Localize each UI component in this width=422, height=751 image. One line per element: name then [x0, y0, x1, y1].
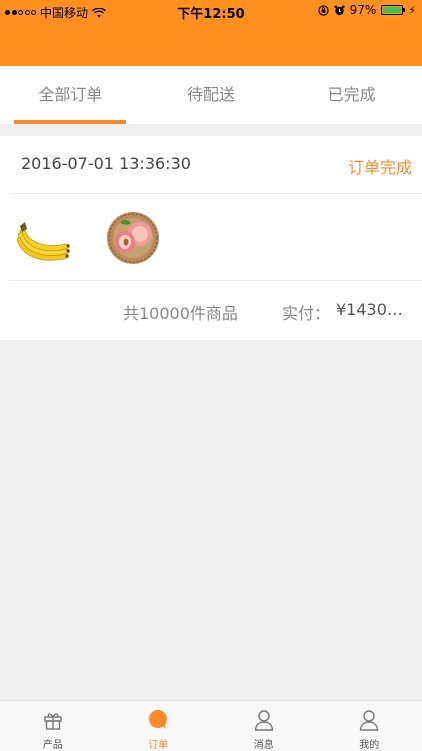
alarm-icon [334, 5, 345, 16]
order-products [10, 194, 422, 281]
status-right: 97% ⚡ [318, 3, 416, 17]
tabbar-item-orders[interactable]: 订单 [106, 701, 212, 751]
gift-icon [42, 709, 64, 731]
header-bar: 中国移动 下午12:50 97% ⚡ [0, 0, 422, 66]
tab-label: 待配送 [187, 85, 235, 104]
tab-pending-delivery[interactable]: 待配送 [141, 66, 282, 124]
chat-bubble-icon [147, 709, 169, 731]
tab-label: 全部订单 [38, 85, 102, 104]
user-icon [358, 709, 380, 731]
tabbar-item-messages[interactable]: 消息 [211, 701, 317, 751]
tab-completed[interactable]: 已完成 [281, 66, 422, 124]
order-filter-tabs: 全部订单 待配送 已完成 [0, 66, 422, 124]
banana-image [12, 208, 74, 268]
order-card[interactable]: 2016-07-01 13:36:30 订单完成 共10000件商品 实付： ¥ [0, 136, 422, 340]
tabbar-item-products[interactable]: 产品 [0, 701, 106, 751]
battery-icon [381, 5, 403, 15]
tabbar-label: 消息 [254, 736, 274, 751]
battery-percent: 97% [350, 3, 377, 17]
order-summary: 共10000件商品 实付： ¥14300... [0, 281, 422, 341]
item-count: 共10000件商品 [123, 300, 238, 324]
tabbar-label: 产品 [43, 736, 63, 751]
tab-label: 已完成 [328, 85, 376, 104]
user-icon [253, 709, 275, 731]
paid-label: 实付： [282, 300, 330, 324]
rotation-lock-icon [318, 5, 329, 16]
status-bar: 中国移动 下午12:50 97% ⚡ [0, 0, 422, 22]
tab-all-orders[interactable]: 全部订单 [0, 66, 141, 124]
tabbar-label: 订单 [148, 736, 168, 751]
paid-amount: ¥14300... [336, 300, 410, 319]
bottom-tab-bar: 产品 订单 消息 我的 [0, 700, 422, 751]
order-status: 订单完成 [348, 154, 412, 178]
tabbar-label: 我的 [359, 736, 379, 751]
charging-icon: ⚡ [408, 4, 416, 17]
order-time: 2016-07-01 13:36:30 [21, 154, 191, 173]
order-card-header: 2016-07-01 13:36:30 订单完成 [10, 136, 422, 194]
peach-basket-image [102, 208, 164, 268]
tabbar-item-mine[interactable]: 我的 [317, 701, 422, 751]
